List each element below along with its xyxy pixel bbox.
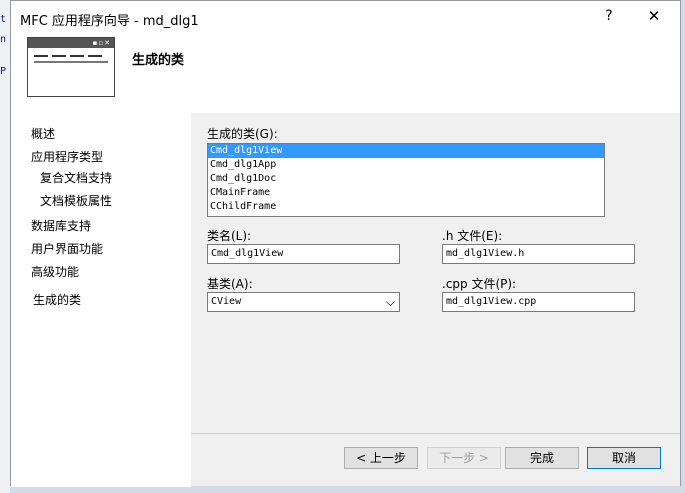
background-text-fragment: t: [0, 14, 7, 25]
nav-item-user-interface[interactable]: 用户界面功能: [31, 240, 103, 257]
help-button[interactable]: ?: [601, 8, 617, 24]
background-text-fragment: P: [0, 66, 7, 77]
finish-button[interactable]: 完成: [505, 447, 579, 469]
next-button[interactable]: 下一步 >: [427, 447, 501, 469]
nav-item-application-type[interactable]: 应用程序类型: [31, 148, 103, 165]
header-band: ▪▫✕ 生成的类: [11, 35, 680, 114]
list-item[interactable]: Cmd_dlg1Doc: [208, 172, 604, 186]
window-title: MFC 应用程序向导 - md_dlg1: [20, 14, 199, 29]
nav-item-overview[interactable]: 概述: [31, 125, 55, 142]
wizard-nav: 概述 应用程序类型 复合文档支持 文档模板属性 数据库支持 用户界面功能 高级功…: [11, 113, 191, 487]
list-item[interactable]: CMainFrame: [208, 186, 604, 200]
background-text-fragment: n: [0, 34, 7, 45]
base-class-label: 基类(A):: [207, 277, 253, 291]
nav-item-database-support[interactable]: 数据库支持: [31, 217, 91, 234]
class-name-input[interactable]: Cmd_dlg1View: [207, 244, 400, 264]
list-item[interactable]: Cmd_dlg1View: [208, 144, 604, 158]
h-file-input[interactable]: md_dlg1View.h: [442, 244, 635, 264]
cpp-file-label: .cpp 文件(P):: [442, 277, 517, 291]
page-heading: 生成的类: [132, 53, 185, 68]
cancel-button[interactable]: 取消: [587, 447, 661, 469]
base-class-value: CView: [211, 296, 242, 307]
class-name-label: 类名(L):: [207, 229, 252, 243]
button-bar: < 上一步 下一步 > 完成 取消: [191, 433, 680, 486]
mfc-wizard-dialog: MFC 应用程序向导 - md_dlg1 ? ✕ ▪▫✕ 生成的类 概述 应用程…: [10, 0, 681, 487]
nav-item-generated-classes[interactable]: 生成的类: [33, 291, 81, 308]
nav-item-advanced-features[interactable]: 高级功能: [31, 263, 79, 280]
nav-item-document-template[interactable]: 文档模板属性: [40, 192, 112, 209]
cpp-file-input[interactable]: md_dlg1View.cpp: [442, 292, 635, 312]
nav-item-compound-document[interactable]: 复合文档支持: [40, 169, 112, 186]
list-item[interactable]: CChildFrame: [208, 200, 604, 214]
wizard-window-icon: ▪▫✕: [27, 37, 115, 97]
prev-button[interactable]: < 上一步: [344, 447, 418, 469]
base-class-select[interactable]: CView ⌵: [207, 292, 400, 312]
list-item[interactable]: Cmd_dlg1App: [208, 158, 604, 172]
generated-classes-list[interactable]: Cmd_dlg1View Cmd_dlg1App Cmd_dlg1Doc CMa…: [207, 143, 605, 217]
generated-classes-label: 生成的类(G):: [207, 127, 278, 141]
title-bar[interactable]: MFC 应用程序向导 - md_dlg1 ? ✕: [11, 1, 680, 35]
chevron-down-icon[interactable]: ⌵: [386, 294, 395, 310]
close-button[interactable]: ✕: [645, 7, 663, 25]
h-file-label: .h 文件(E):: [442, 229, 503, 243]
background-window-edge: t n P: [0, 0, 10, 493]
content-panel: 生成的类(G): Cmd_dlg1View Cmd_dlg1App Cmd_dl…: [191, 113, 680, 433]
